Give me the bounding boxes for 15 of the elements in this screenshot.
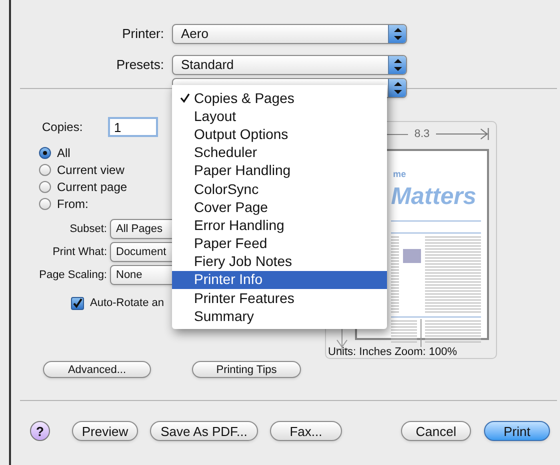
newsletter-logo-small: me <box>392 170 406 179</box>
checkbox-label: Auto-Rotate an <box>90 296 164 311</box>
newsletter-logo: Matters <box>391 185 476 209</box>
radio-label: Current page <box>57 178 128 196</box>
radio-label: All <box>57 144 70 162</box>
radio-label: From: <box>57 196 88 212</box>
printer-label: Printer: <box>121 25 164 44</box>
copies-label: Copies: <box>42 119 84 136</box>
popup-label: Print What: <box>52 244 107 260</box>
presets-label: Presets: <box>115 56 164 74</box>
popup-label: Page Scaling: <box>38 268 107 283</box>
radio-label: Current view <box>57 162 124 178</box>
width-label: 8.3 <box>413 126 431 142</box>
units-zoom-label: Units: Inches Zoom: 100% <box>328 345 458 360</box>
popup-label: Subset: <box>68 222 107 237</box>
